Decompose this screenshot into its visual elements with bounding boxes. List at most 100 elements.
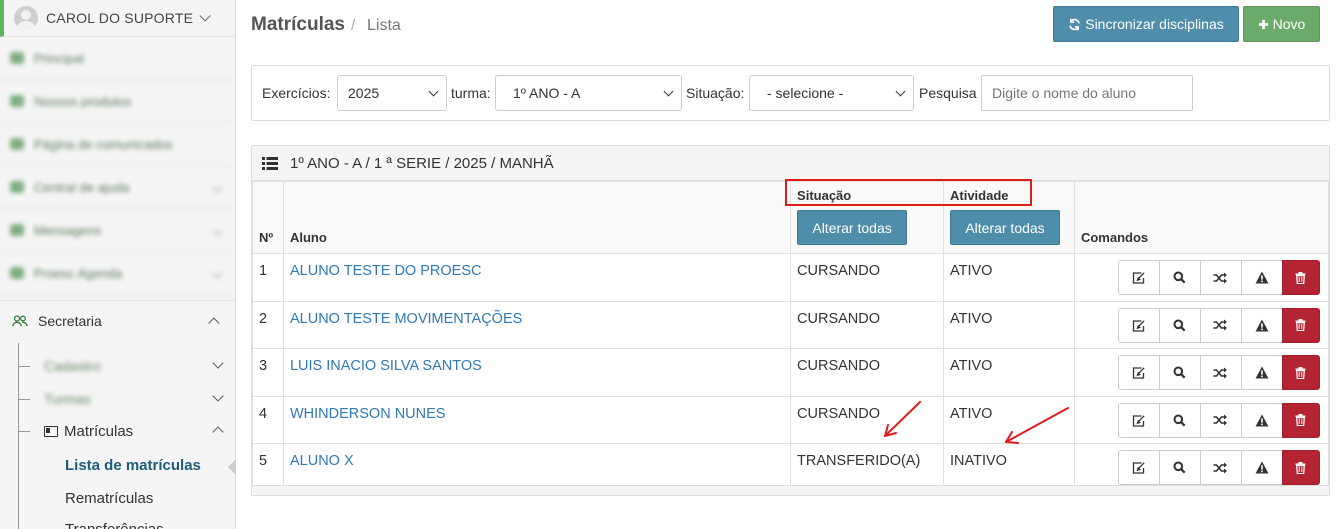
list-icon (262, 156, 278, 170)
new-label: Novo (1272, 16, 1306, 32)
user-menu[interactable]: CAROL DO SUPORTE (0, 0, 235, 37)
chevron-up-icon (208, 317, 220, 329)
warning-button[interactable] (1240, 450, 1283, 485)
view-button[interactable] (1158, 355, 1201, 390)
sidebar-item-matriculas[interactable]: Matrículas (18, 416, 235, 446)
exercicios-select[interactable]: 2025 (337, 75, 447, 111)
edit-icon (1132, 414, 1145, 427)
cell-atividade: INATIVO (943, 443, 1075, 492)
student-link[interactable]: ALUNO TESTE DO PROESC (290, 263, 482, 279)
plus-icon (1258, 19, 1268, 29)
warning-button[interactable] (1240, 260, 1283, 295)
sidebar-item-mensagens[interactable]: Mensagens (0, 209, 235, 252)
sync-disciplines-button[interactable]: Sincronizar disciplinas (1053, 6, 1239, 42)
chevron-down-icon (212, 225, 223, 235)
edit-button[interactable] (1117, 307, 1160, 343)
edit-button[interactable] (1117, 260, 1160, 295)
cell-situacao: CURSANDO (790, 348, 944, 397)
sidebar-item-transferencias[interactable]: Transferências (65, 521, 164, 529)
delete-button[interactable] (1281, 450, 1320, 485)
pesquisa-label: Pesquisa (919, 85, 977, 101)
warning-icon (1255, 366, 1269, 379)
warning-icon (1255, 414, 1269, 426)
edit-icon (1132, 367, 1145, 379)
edit-button[interactable] (1117, 355, 1160, 390)
view-button[interactable] (1158, 260, 1201, 295)
chevron-down-icon (663, 86, 674, 97)
sidebar-item-label: Proesc Agenda (34, 265, 123, 281)
chevron-up-icon (212, 426, 224, 438)
trash-icon (1295, 414, 1306, 426)
cell-comandos (1073, 300, 1329, 349)
chevron-down-icon (428, 86, 439, 97)
cell-atividade: ATIVO (943, 253, 1075, 302)
sidebar-item-label: Matrículas (64, 422, 134, 440)
transfer-button[interactable] (1199, 307, 1242, 343)
sidebar-item-label: Central de ajuda (34, 179, 130, 195)
transfer-button[interactable] (1199, 355, 1242, 390)
col-header-atividade: Atividade Alterar todas (943, 181, 1075, 254)
warning-button[interactable] (1240, 402, 1283, 438)
sidebar-item-lista-matriculas[interactable]: Lista de matrículas (65, 457, 201, 474)
sidebar-item-principal[interactable]: Principal (0, 37, 235, 80)
turma-select[interactable]: 1º ANO - A (495, 75, 682, 111)
table-row: 2 ALUNO TESTE MOVIMENTAÇÕES CURSANDO ATI… (252, 300, 1329, 349)
sidebar-item-produtos[interactable]: Nossos produtos (0, 80, 235, 123)
view-button[interactable] (1158, 307, 1201, 343)
col-header-comandos: Comandos (1073, 181, 1329, 254)
sidebar-item-ajuda[interactable]: Central de ajuda (0, 166, 235, 209)
sidebar-item-label: Página de comunicados (34, 136, 173, 152)
view-button[interactable] (1158, 450, 1201, 485)
panel-title: 1º ANO - A / 1 ª SERIE / 2025 / MANHÃ (290, 154, 554, 172)
situacao-select[interactable]: - selecione - (749, 75, 914, 111)
page-title: Matrículas (251, 14, 345, 35)
student-link[interactable]: LUIS INACIO SILVA SANTOS (290, 358, 482, 374)
command-button-group (1117, 355, 1322, 390)
transfer-button[interactable] (1199, 260, 1242, 295)
transfer-button[interactable] (1199, 402, 1242, 438)
delete-button[interactable] (1281, 402, 1320, 438)
chevron-down-icon (212, 268, 223, 278)
search-input[interactable] (981, 75, 1193, 111)
home-icon (10, 52, 24, 64)
edit-button[interactable] (1117, 402, 1160, 438)
cell-num: 4 (252, 395, 284, 444)
sidebar-item-comunicados[interactable]: Página de comunicados (0, 123, 235, 166)
trash-icon (1295, 366, 1306, 379)
cell-num: 2 (252, 300, 284, 349)
warning-button[interactable] (1240, 307, 1283, 343)
student-link[interactable]: WHINDERSON NUNES (290, 406, 445, 422)
situacao-value: - selecione - (767, 85, 844, 101)
tree-tick (18, 430, 30, 432)
cell-aluno: ALUNO TESTE MOVIMENTAÇÕES (282, 300, 792, 349)
cell-aluno: LUIS INACIO SILVA SANTOS (282, 348, 792, 397)
cell-comandos (1073, 253, 1329, 302)
sidebar-section-secretaria[interactable]: Secretaria (0, 300, 235, 341)
sidebar-item-label: Principal (34, 50, 84, 66)
alterar-todas-situacao-button[interactable]: Alterar todas (797, 210, 908, 245)
transfer-button[interactable] (1199, 450, 1242, 485)
warning-icon (1255, 461, 1269, 474)
search-icon (1173, 319, 1186, 331)
delete-button[interactable] (1281, 355, 1320, 390)
edit-icon (1132, 319, 1145, 332)
trash-icon (1295, 461, 1306, 474)
sidebar-section-label: Secretaria (38, 313, 102, 329)
cell-comandos (1073, 348, 1329, 397)
delete-button[interactable] (1281, 307, 1320, 343)
alterar-todas-atividade-button[interactable]: Alterar todas (950, 210, 1060, 245)
sidebar-item-turmas[interactable]: Turmas (18, 384, 235, 414)
delete-button[interactable] (1281, 260, 1320, 295)
sidebar-item-rematriculas[interactable]: Rematrículas (65, 490, 153, 507)
student-link[interactable]: ALUNO TESTE MOVIMENTAÇÕES (290, 311, 522, 327)
users-icon (12, 315, 28, 327)
warning-button[interactable] (1240, 355, 1283, 390)
sidebar-item-agenda[interactable]: Proesc Agenda (0, 252, 235, 295)
cell-comandos (1073, 443, 1329, 492)
edit-button[interactable] (1117, 450, 1160, 485)
sidebar-item-cadastro[interactable]: Cadastro (18, 351, 235, 381)
view-button[interactable] (1158, 402, 1201, 438)
student-link[interactable]: ALUNO X (290, 453, 354, 469)
new-button[interactable]: Novo (1243, 6, 1320, 42)
atividade-header-label: Atividade (950, 188, 1009, 203)
